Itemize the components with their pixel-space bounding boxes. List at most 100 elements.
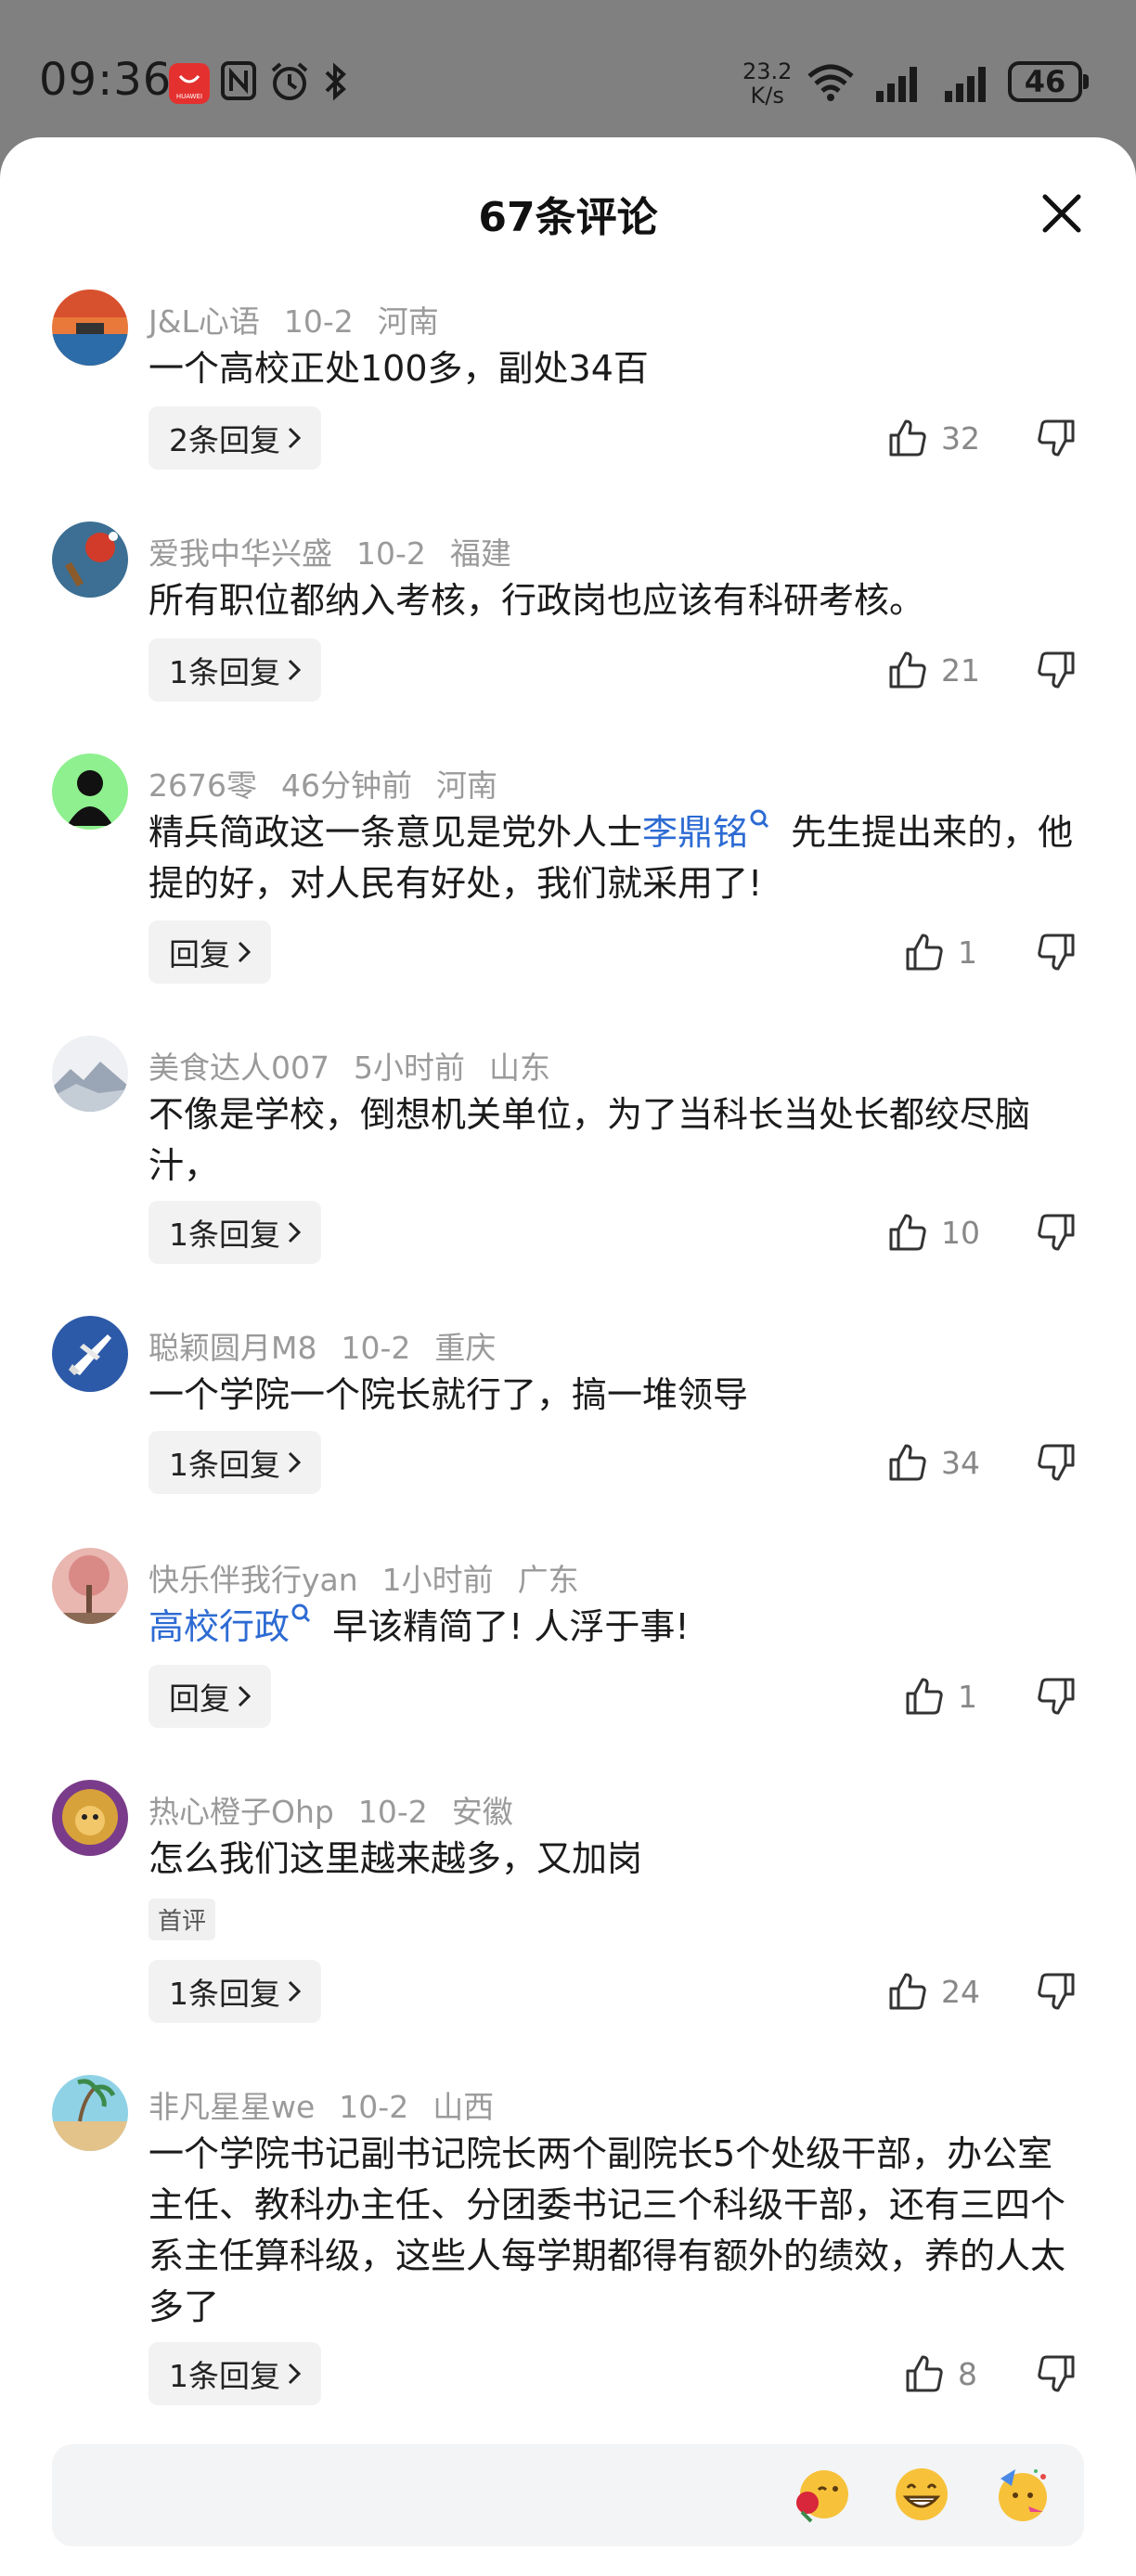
- search-icon: [291, 1604, 311, 1623]
- username[interactable]: 非凡星星we: [148, 2089, 315, 2125]
- like-button[interactable]: 10: [887, 1212, 980, 1253]
- like-count: 34: [941, 1444, 980, 1481]
- comment-time: 10-2: [341, 1330, 411, 1366]
- chevron-right-icon: [288, 1221, 301, 1243]
- thumbs-down-icon[interactable]: [1036, 1676, 1077, 1717]
- comment-meta: 热心橙子Ohp 10-2 安徽: [148, 1787, 537, 1832]
- view-replies-button[interactable]: 回复: [148, 921, 271, 984]
- avatar[interactable]: [52, 753, 128, 830]
- thumbs-up-icon: [889, 1214, 926, 1251]
- comment-location: 福建: [449, 535, 511, 572]
- comment-time: 10-2: [339, 2089, 409, 2125]
- thumbs-down-icon[interactable]: [1036, 932, 1077, 972]
- comment-time: 5小时前: [354, 1050, 465, 1086]
- comment-text: 一个学院书记副书记院长两个副院长5个处级干部，办公室主任、教科办主任、分团委书记…: [148, 2133, 1066, 2327]
- first-comment-badge: 首评: [148, 1899, 216, 1940]
- search-link-label: 高校行政: [148, 1606, 290, 1647]
- comment-text: 高校行政 早该精简了! 人浮于事!: [148, 1602, 1086, 1653]
- view-replies-button[interactable]: 1条回复: [148, 1201, 321, 1264]
- like-button[interactable]: 21: [887, 650, 980, 690]
- like-count: 21: [941, 651, 980, 689]
- search-icon: [750, 809, 769, 829]
- status-bar: 09:36 HUAWEI 23.2 K/s 46: [0, 0, 1136, 139]
- view-replies-button[interactable]: 2条回复: [148, 406, 321, 470]
- thumbs-down-icon[interactable]: [1036, 2353, 1077, 2394]
- thumbs-down-icon[interactable]: [1036, 1442, 1077, 1483]
- like-button[interactable]: 8: [904, 2353, 977, 2394]
- thumbs-down-icon[interactable]: [1036, 418, 1077, 458]
- view-replies-button[interactable]: 1条回复: [148, 2342, 321, 2405]
- comment-location: 山西: [432, 2089, 495, 2125]
- avatar[interactable]: [52, 1780, 128, 1856]
- comment-time: 1小时前: [381, 1562, 494, 1598]
- chevron-right-icon: [288, 1980, 301, 2003]
- comment-meta: 美食达人007 5小时前 山东: [148, 1043, 574, 1088]
- grin-emoji[interactable]: [891, 2464, 952, 2525]
- bluetooth-icon: [325, 62, 346, 101]
- comment-location: 广东: [517, 1562, 579, 1598]
- view-replies-button[interactable]: 1条回复: [148, 1960, 321, 2023]
- username[interactable]: 美食达人007: [148, 1050, 329, 1086]
- reply-label: 回复: [169, 1681, 230, 1717]
- username[interactable]: 2676零: [148, 767, 257, 804]
- close-icon[interactable]: [1036, 187, 1088, 239]
- chevron-right-icon: [288, 1451, 301, 1474]
- thumbs-up-icon: [906, 2355, 943, 2392]
- like-button[interactable]: 1: [904, 1676, 977, 1717]
- reply-label: 1条回复: [169, 654, 280, 690]
- reply-label: 回复: [169, 936, 230, 972]
- like-button[interactable]: 32: [887, 418, 980, 458]
- comment-meta: 爱我中华兴盛 10-2 福建: [148, 529, 536, 573]
- comment-text: 一个学院一个院长就行了，搞一堆领导: [148, 1374, 749, 1415]
- like-button[interactable]: 34: [887, 1442, 980, 1483]
- username[interactable]: 聪颖圆月M8: [148, 1330, 316, 1366]
- alarm-icon: [271, 62, 308, 100]
- status-time: 09:36: [39, 54, 173, 106]
- view-replies-button[interactable]: 回复: [148, 1665, 271, 1728]
- thumbs-up-icon: [889, 419, 926, 457]
- username[interactable]: 热心橙子Ohp: [148, 1794, 334, 1830]
- like-button[interactable]: 1: [904, 932, 977, 972]
- thumbs-down-icon[interactable]: [1036, 1212, 1077, 1253]
- comment-location: 河南: [377, 303, 439, 340]
- avatar[interactable]: [52, 2075, 128, 2151]
- thumbs-up-icon: [906, 934, 943, 971]
- battery-icon: 46: [1008, 61, 1089, 102]
- comment-text: 怎么我们这里越来越多，又加岗: [148, 1838, 643, 1879]
- comment-meta: 聪颖圆月M8 10-2 重庆: [148, 1323, 520, 1368]
- comment-location: 山东: [489, 1050, 550, 1086]
- huawei-appgallery-icon: HUAWEI: [169, 63, 210, 104]
- thumbs-down-icon[interactable]: [1036, 650, 1077, 690]
- signal-icon: [945, 67, 986, 102]
- avatar[interactable]: [52, 522, 128, 598]
- view-replies-button[interactable]: 1条回复: [148, 638, 321, 702]
- avatar[interactable]: [52, 1036, 128, 1112]
- party-emoji[interactable]: [991, 2464, 1052, 2525]
- thumbs-down-icon[interactable]: [1036, 1971, 1077, 2012]
- comment-meta: 快乐伴我行yan 1小时前 广东: [148, 1555, 603, 1600]
- comment-time: 10-2: [356, 535, 426, 572]
- username[interactable]: 快乐伴我行yan: [148, 1562, 358, 1598]
- avatar[interactable]: [52, 1316, 128, 1392]
- thumbs-up-icon: [889, 651, 926, 689]
- like-count: 8: [958, 2355, 977, 2392]
- network-rate: 23.2 K/s: [742, 59, 792, 108]
- username[interactable]: 爱我中华兴盛: [148, 535, 332, 572]
- search-link[interactable]: 李鼎铭: [642, 809, 780, 853]
- reply-label: 2条回复: [169, 422, 280, 458]
- avatar[interactable]: [52, 1548, 128, 1624]
- like-count: 32: [941, 419, 980, 457]
- username[interactable]: J&L心语: [148, 303, 260, 340]
- comment-meta: 非凡星星we 10-2 山西: [148, 2082, 518, 2127]
- chevron-right-icon: [288, 427, 301, 449]
- rose-kiss-emoji[interactable]: [791, 2464, 852, 2525]
- view-replies-button[interactable]: 1条回复: [148, 1431, 321, 1494]
- comment-meta: J&L心语 10-2 河南: [148, 297, 463, 341]
- comment-time: 10-2: [357, 1794, 428, 1830]
- sheet-title: 67条评论: [478, 194, 658, 241]
- reply-label: 1条回复: [169, 2358, 280, 2394]
- like-count: 10: [941, 1214, 980, 1251]
- like-button[interactable]: 24: [887, 1971, 980, 2012]
- search-link[interactable]: 高校行政: [148, 1604, 321, 1647]
- avatar[interactable]: [52, 290, 128, 366]
